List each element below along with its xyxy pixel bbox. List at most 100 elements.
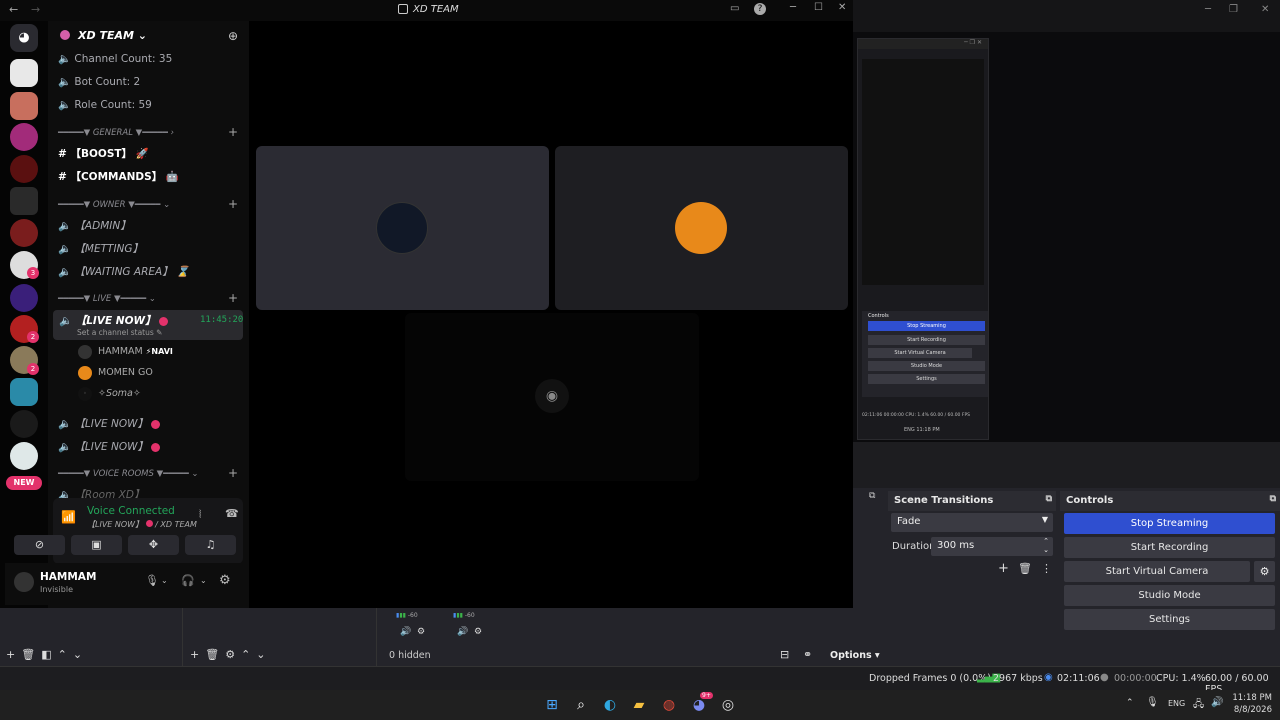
more-options-icon[interactable]: ⋮	[1041, 562, 1052, 575]
soundboard-button[interactable]: ♫	[185, 535, 236, 555]
gear-icon[interactable]: ⚙	[474, 627, 482, 637]
link-icon[interactable]: ⚭	[803, 648, 812, 661]
start-recording-button[interactable]: Start Recording	[1064, 537, 1275, 558]
avatar[interactable]	[14, 572, 34, 592]
channel-metting[interactable]: 🔈 【METTING】	[58, 241, 143, 256]
server-icon[interactable]	[10, 442, 38, 470]
stat-bot-count[interactable]: 🔈 Bot Count: 2	[58, 75, 140, 88]
voice-user-momen[interactable]: MOMEN GO	[98, 367, 153, 378]
connection-signal-icon[interactable]: 📶	[61, 510, 76, 524]
chrome-icon[interactable]: ◍	[659, 695, 679, 715]
start-icon[interactable]: ⊞	[542, 695, 562, 715]
user-settings-gear-icon[interactable]: ⚙	[219, 573, 231, 588]
dock-float-icon[interactable]: ⧉	[1046, 494, 1052, 504]
microphone-icon[interactable]: 🎙	[145, 574, 159, 587]
server-icon[interactable]	[10, 378, 38, 406]
add-member-icon[interactable]: ⊕	[228, 29, 238, 43]
channel-status-hint[interactable]: Set a channel status ✎	[77, 328, 162, 337]
move-up-icon[interactable]: ⌃	[241, 648, 256, 661]
settings-button[interactable]: Settings	[1064, 609, 1275, 630]
voice-user-hammam[interactable]: HAMMAM ⚡NAVI	[98, 346, 173, 357]
add-icon[interactable]: +	[6, 648, 21, 661]
category-general[interactable]: ━━━━━▼ GENERAL ▼━━━━━ ›	[58, 128, 174, 138]
filter-icon[interactable]: ◧	[41, 648, 57, 661]
add-transition-icon[interactable]: +	[998, 561, 1009, 576]
headphones-icon[interactable]: 🎧	[181, 574, 195, 587]
transition-select[interactable]: Fade ▼	[891, 513, 1053, 532]
help-icon[interactable]: ?	[754, 3, 766, 15]
duration-input[interactable]: 300 ms ⌃ ⌄	[931, 537, 1053, 556]
start-virtual-camera-button[interactable]: Start Virtual Camera	[1064, 561, 1250, 582]
dock-float-icon[interactable]: ⧉	[869, 491, 885, 505]
channel-admin[interactable]: 🔈 【ADMIN】	[58, 218, 131, 233]
server-icon[interactable]	[10, 123, 38, 151]
search-icon[interactable]: ⌕	[571, 695, 591, 715]
disconnect-icon[interactable]: ☎	[225, 507, 239, 520]
minimize-icon[interactable]: ─	[1205, 4, 1211, 15]
mini-studio-mode-button[interactable]: Studio Mode	[868, 361, 985, 371]
voice-user-soma[interactable]: ✧Soma✧	[98, 388, 141, 399]
spin-arrows-icon[interactable]: ⌃ ⌄	[1043, 537, 1049, 555]
options-button[interactable]: Options ▾	[830, 650, 880, 661]
dock-float-icon[interactable]: ⧉	[1270, 494, 1276, 504]
back-arrow-icon[interactable]: ←	[9, 3, 18, 16]
minimize-icon[interactable]: ─	[790, 2, 796, 13]
category-voice-rooms[interactable]: ━━━━━▼ VOICE ROOMS ▼━━━━━ ⌄	[58, 469, 199, 479]
server-xd-team[interactable]	[10, 59, 38, 87]
layout-icon[interactable]: ⊟	[780, 648, 789, 661]
server-icon[interactable]	[10, 155, 38, 183]
close-icon[interactable]: ✕	[838, 2, 846, 13]
forward-arrow-icon[interactable]: →	[31, 3, 40, 16]
voice-location[interactable]: 【LIVE NOW】 / XD TEAM	[87, 519, 197, 530]
activities-button[interactable]: ✥	[128, 535, 179, 555]
discord-home-icon[interactable]: ◕	[10, 24, 38, 52]
trash-icon[interactable]: 🗑	[1018, 562, 1032, 575]
volume-icon[interactable]: 🔊	[400, 627, 411, 637]
language-indicator[interactable]: ENG	[1168, 699, 1185, 708]
edge-icon[interactable]: ◐	[600, 695, 620, 715]
move-up-icon[interactable]: ⌃	[58, 648, 73, 661]
participant-tile-momen[interactable]	[555, 146, 848, 310]
user-name[interactable]: HAMMAM	[40, 571, 96, 583]
channel-waiting-area[interactable]: 🔈 【WAITING AREA】 ⌛	[58, 264, 189, 279]
close-icon[interactable]: ✕	[1261, 4, 1269, 15]
clock-time[interactable]: 11:18 PM	[1230, 693, 1272, 703]
participant-tile-soma[interactable]: ◉	[405, 313, 699, 481]
restore-icon[interactable]: ❐	[1229, 4, 1238, 15]
chevron-up-icon[interactable]: ⌃	[1126, 698, 1134, 708]
server-name[interactable]: XD TEAM ⌄	[78, 29, 147, 42]
volume-icon[interactable]: 🔊	[1211, 697, 1223, 708]
gear-icon[interactable]: ⚙	[225, 648, 241, 661]
file-explorer-icon[interactable]: ▰	[629, 695, 649, 715]
channel-live-now[interactable]: 🔈 【LIVE NOW】	[58, 416, 161, 431]
new-badge[interactable]: NEW	[6, 476, 42, 490]
channel-live-now[interactable]: 🔈 【LIVE NOW】	[58, 439, 161, 454]
screen-share-button[interactable]: ▣	[71, 535, 122, 555]
category-live[interactable]: ━━━━━▼ LIVE ▼━━━━━ ⌄	[58, 294, 156, 304]
maximize-icon[interactable]: ☐	[814, 2, 823, 13]
network-icon[interactable]: 🖧	[1193, 697, 1204, 714]
add-channel-icon[interactable]: +	[228, 466, 238, 480]
virtual-camera-settings-gear-icon[interactable]: ⚙	[1254, 561, 1275, 582]
category-owner[interactable]: ━━━━━▼ OWNER ▼━━━━━ ⌄	[58, 200, 170, 210]
add-channel-icon[interactable]: +	[228, 197, 238, 211]
stat-role-count[interactable]: 🔈 Role Count: 59	[58, 98, 152, 111]
trash-icon[interactable]: 🗑	[205, 648, 225, 661]
mini-stop-streaming-button[interactable]: Stop Streaming	[868, 321, 985, 331]
mini-settings-button[interactable]: Settings	[868, 374, 985, 384]
mini-start-recording-button[interactable]: Start Recording	[868, 335, 985, 345]
participant-tile-hammam[interactable]	[256, 146, 549, 310]
add-channel-icon[interactable]: +	[228, 125, 238, 139]
trash-icon[interactable]: 🗑	[21, 648, 41, 661]
studio-mode-button[interactable]: Studio Mode	[1064, 585, 1275, 606]
channel-live-now-active[interactable]: 🔈 【LIVE NOW】 11:45:20 Set a channel stat…	[53, 310, 243, 340]
server-icon[interactable]	[10, 410, 38, 438]
obs-taskbar-icon[interactable]: ◎	[718, 695, 738, 715]
camera-off-button[interactable]: ⊘	[14, 535, 65, 555]
clock-date[interactable]: 8/8/2026	[1230, 705, 1272, 715]
stat-channel-count[interactable]: 🔈 Channel Count: 35	[58, 52, 172, 65]
gear-icon[interactable]: ⚙	[417, 627, 425, 637]
noise-suppression-icon[interactable]: ⦚	[199, 508, 201, 522]
server-icon[interactable]	[10, 284, 38, 312]
move-down-icon[interactable]: ⌄	[73, 648, 88, 661]
